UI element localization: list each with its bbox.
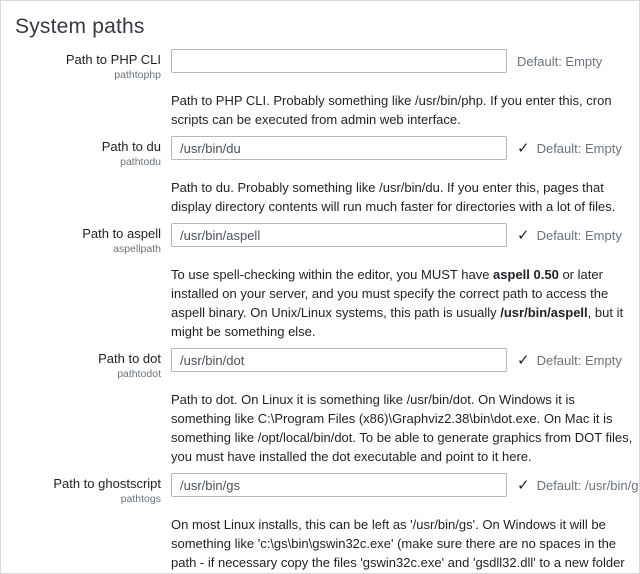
setting-input-column [171, 136, 507, 160]
settings-form: Path to PHP CLI pathtophp Default: Empty… [15, 49, 635, 574]
setting-label-column: Path to dot pathtodot [15, 348, 161, 381]
checkmark-icon: ✓ [517, 478, 530, 493]
checkmark-icon: ✓ [517, 141, 530, 156]
setting-label: Path to PHP CLI [15, 52, 161, 68]
setting-row: Path to du pathtodu ✓ Default: Empty Pat… [15, 136, 635, 223]
setting-label: Path to du [15, 139, 161, 155]
setting-input-column [171, 223, 507, 247]
setting-shortname: pathtodu [15, 156, 161, 169]
default-label: Default: Empty [537, 228, 622, 243]
setting-label: Path to ghostscript [15, 476, 161, 492]
default-label: Default: Empty [537, 353, 622, 368]
setting-default-column: ✓ Default: /usr/bin/gs [517, 473, 640, 497]
setting-default-column: ✓ Default: Empty [517, 223, 635, 247]
setting-input-column [171, 49, 507, 73]
setting-label: Path to aspell [15, 226, 161, 242]
path-input[interactable] [171, 348, 507, 372]
setting-label-column: Path to du pathtodu [15, 136, 161, 169]
checkmark-icon: ✓ [517, 353, 530, 368]
setting-input-column [171, 473, 507, 497]
setting-row: Path to dot pathtodot ✓ Default: Empty P… [15, 348, 635, 473]
setting-input-column [171, 348, 507, 372]
setting-description: On most Linux installs, this can be left… [171, 515, 637, 574]
setting-shortname: pathtophp [15, 69, 161, 82]
setting-description: Path to dot. On Linux it is something li… [171, 390, 635, 466]
setting-row: Path to PHP CLI pathtophp Default: Empty… [15, 49, 635, 136]
setting-label-column: Path to PHP CLI pathtophp [15, 49, 161, 82]
path-input[interactable] [171, 473, 507, 497]
setting-shortname: pathtodot [15, 368, 161, 381]
path-input[interactable] [171, 49, 507, 73]
setting-shortname: pathtogs [15, 493, 161, 506]
setting-row: Path to aspell aspellpath ✓ Default: Emp… [15, 223, 635, 348]
path-input[interactable] [171, 223, 507, 247]
page-title: System paths [15, 15, 635, 39]
setting-description: Path to du. Probably something like /usr… [171, 178, 635, 216]
setting-label-column: Path to aspell aspellpath [15, 223, 161, 256]
setting-row: Path to ghostscript pathtogs ✓ Default: … [15, 473, 635, 574]
setting-description: Path to PHP CLI. Probably something like… [171, 91, 635, 129]
default-label: Default: Empty [517, 54, 602, 69]
setting-default-column: Default: Empty [517, 49, 635, 73]
path-input[interactable] [171, 136, 507, 160]
checkmark-icon: ✓ [517, 228, 530, 243]
setting-label-column: Path to ghostscript pathtogs [15, 473, 161, 506]
settings-rows: Path to PHP CLI pathtophp Default: Empty… [15, 49, 635, 574]
default-label: Default: Empty [537, 141, 622, 156]
setting-default-column: ✓ Default: Empty [517, 136, 635, 160]
setting-shortname: aspellpath [15, 243, 161, 256]
default-label: Default: /usr/bin/gs [537, 478, 640, 493]
setting-default-column: ✓ Default: Empty [517, 348, 635, 372]
setting-description: To use spell-checking within the editor,… [171, 265, 635, 341]
page-container: System paths Path to PHP CLI pathtophp D… [0, 0, 640, 574]
setting-label: Path to dot [15, 351, 161, 367]
